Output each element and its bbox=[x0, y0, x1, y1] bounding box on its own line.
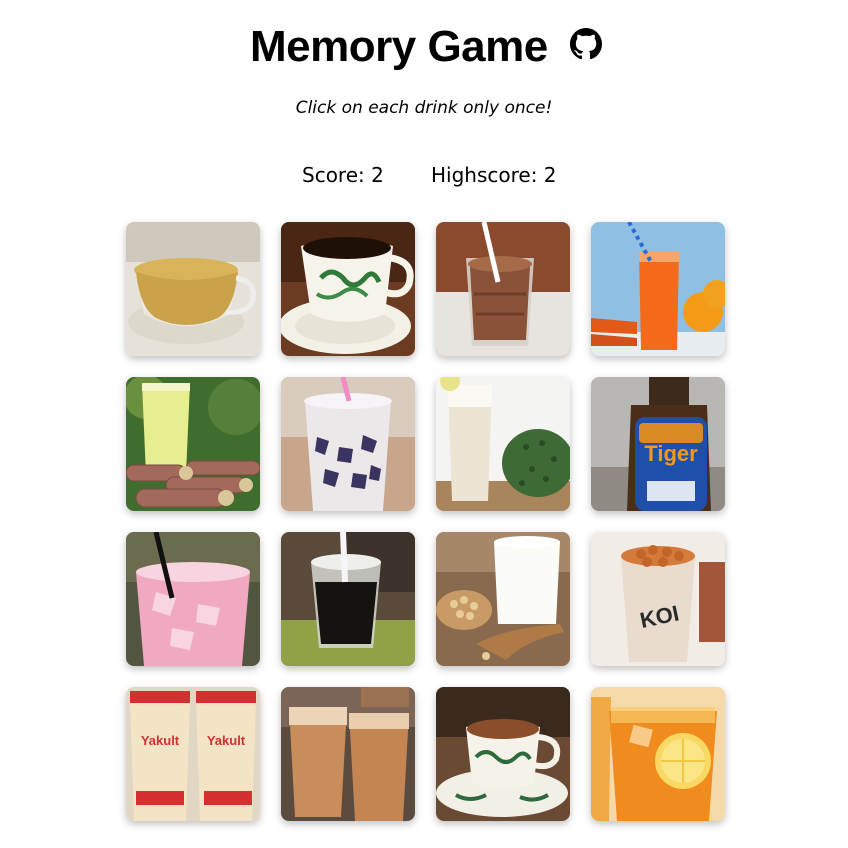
card-grid: Tiger KOI Yakult Yakult bbox=[126, 222, 725, 821]
header: Memory Game bbox=[0, 18, 848, 78]
svg-text:Yakult: Yakult bbox=[207, 733, 246, 748]
card-soursop-juice[interactable] bbox=[436, 377, 570, 511]
highscore-display: Highscore: 2 bbox=[431, 163, 557, 187]
card-yakult[interactable]: Yakult Yakult bbox=[126, 687, 260, 821]
scoreboard: Score: 2 Highscore: 2 bbox=[0, 163, 848, 193]
card-koi-bubble-tea[interactable]: KOI bbox=[591, 532, 725, 666]
card-teh-tarik[interactable] bbox=[281, 687, 415, 821]
page-title: Memory Game bbox=[250, 22, 548, 71]
card-bandung-rose-milk[interactable] bbox=[126, 532, 260, 666]
github-icon[interactable] bbox=[570, 28, 602, 60]
card-tiger-beer[interactable]: Tiger bbox=[591, 377, 725, 511]
instructions-text: Click on each drink only once! bbox=[295, 98, 553, 118]
tiger-label-text: Tiger bbox=[644, 441, 698, 466]
card-milo-chocolate[interactable] bbox=[436, 222, 570, 356]
card-grass-jelly-milk[interactable] bbox=[281, 377, 415, 511]
card-kopi-black-coffee[interactable] bbox=[281, 222, 415, 356]
card-sugarcane-juice[interactable] bbox=[126, 377, 260, 511]
card-soy-milk[interactable] bbox=[436, 532, 570, 666]
card-iced-lemon-tea[interactable] bbox=[591, 687, 725, 821]
score-display: Score: 2 bbox=[302, 163, 384, 187]
yakult-label-text: Yakult bbox=[141, 733, 180, 748]
card-green-tea[interactable] bbox=[126, 222, 260, 356]
card-carrot-orange-juice[interactable] bbox=[591, 222, 725, 356]
card-iced-black-coffee[interactable] bbox=[281, 532, 415, 666]
card-kopi-with-milk[interactable] bbox=[436, 687, 570, 821]
